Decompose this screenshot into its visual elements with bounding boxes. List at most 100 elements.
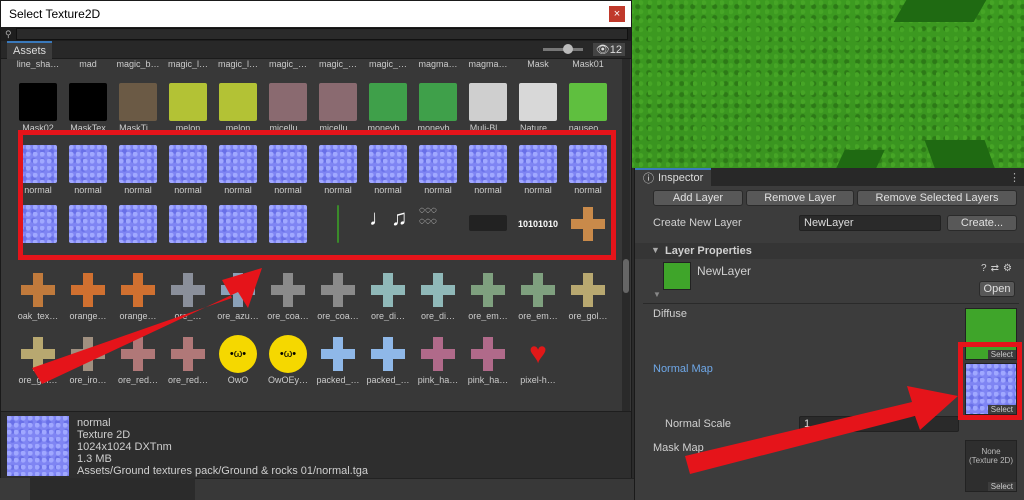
asset-tile[interactable]: ♥ pixel-h… [513, 329, 563, 391]
tab-assets[interactable]: Assets [7, 40, 53, 59]
asset-tile[interactable]: ore_iro… [63, 329, 113, 391]
highlight-box-normal-map-slot [958, 342, 1022, 420]
asset-thumbnail [419, 335, 457, 373]
asset-thumbnail [69, 83, 107, 121]
scene-foliage [835, 150, 885, 168]
asset-tile[interactable]: ore_em… [463, 265, 513, 327]
layer-header-icons: ? ⇄ ⚙ [981, 263, 1012, 274]
asset-tile[interactable]: ore_coa… [313, 265, 363, 327]
search-icon: ⚲ [5, 28, 12, 39]
asset-thumbnail [219, 83, 257, 121]
asset-thumbnail [519, 83, 557, 121]
asset-thumbnail: ♥ [529, 337, 547, 370]
asset-label: ore_red… [117, 375, 159, 385]
asset-label: Mask [527, 59, 549, 69]
gear-icon[interactable]: ⚙ [1003, 263, 1012, 274]
preset-icon[interactable]: ⇄ [991, 263, 999, 274]
layer-properties-header[interactable]: ▼ Layer Properties [635, 243, 1024, 259]
thumbnail-size-slider[interactable] [542, 44, 583, 54]
asset-thumbnail [469, 271, 507, 309]
asset-thumbnail [219, 271, 257, 309]
asset-thumbnail [269, 271, 307, 309]
asset-label: line_sha… [16, 59, 60, 69]
editor-bottom-bar [195, 478, 635, 500]
asset-thumbnail [369, 335, 407, 373]
asset-thumbnail [469, 83, 507, 121]
grid-scrollbar[interactable] [622, 59, 630, 411]
asset-tile[interactable]: ore_em… [513, 265, 563, 327]
asset-tile[interactable]: ore_azu… [213, 265, 263, 327]
asset-tile[interactable]: ore_di… [413, 265, 463, 327]
hidden-count-badge[interactable]: 👁12 [592, 43, 625, 56]
picker-titlebar: Select Texture2D × [1, 1, 631, 27]
asset-thumbnail [569, 271, 607, 309]
asset-thumbnail [169, 335, 207, 373]
scene-view[interactable] [630, 0, 1024, 168]
asset-label: pink_ha… [417, 375, 459, 385]
remove-layer-button[interactable]: Remove Layer [746, 190, 854, 206]
detail-filesize: 1.3 MB [77, 453, 112, 465]
asset-thumbnail [569, 83, 607, 121]
detail-name: normal [77, 417, 111, 429]
asset-tile[interactable]: •ω• OwOEy… [263, 329, 313, 391]
layer-foldout-icon[interactable]: ▼ [653, 290, 661, 299]
asset-label: OwOEy… [267, 375, 308, 385]
slider-handle[interactable] [562, 44, 573, 54]
normal-scale-input[interactable]: 1 [799, 416, 959, 432]
asset-label: packed_… [366, 375, 410, 385]
asset-tile[interactable]: ore_red… [163, 329, 213, 391]
asset-label: ore_gol… [18, 375, 58, 385]
picker-title: Select Texture2D [9, 7, 101, 21]
divider [643, 303, 1019, 304]
inspector-tab-label: Inspector [658, 172, 704, 184]
asset-label: ore_iro… [69, 375, 107, 385]
search-input[interactable] [15, 28, 628, 40]
asset-thumbnail [419, 83, 457, 121]
detail-preview-thumbnail [7, 416, 69, 476]
asset-tile[interactable]: ore_gol… [13, 329, 63, 391]
asset-label: magic_b… [116, 59, 160, 69]
remove-selected-layers-button[interactable]: Remove Selected Layers [857, 190, 1017, 206]
asset-label: oak_tex… [17, 311, 59, 321]
asset-tile[interactable]: pink_ha… [463, 329, 513, 391]
asset-tile[interactable]: orange… [113, 265, 163, 327]
create-new-layer-label: Create New Layer [653, 217, 742, 229]
asset-tile[interactable]: ore_di… [363, 265, 413, 327]
info-icon: ⓘ [643, 173, 654, 185]
asset-tile[interactable]: •ω• OwO [213, 329, 263, 391]
asset-tile[interactable]: ore_red… [113, 329, 163, 391]
asset-tile[interactable]: ore_coa… [263, 265, 313, 327]
tab-inspector[interactable]: ⓘ Inspector [635, 168, 712, 186]
asset-thumbnail [119, 271, 157, 309]
asset-label: ore_em… [468, 311, 508, 321]
detail-size: 1024x1024 DXTnm [77, 441, 172, 453]
asset-tile[interactable]: packed_… [363, 329, 413, 391]
scrollbar-thumb[interactable] [623, 259, 629, 293]
mask-map-texture-slot[interactable]: None (Texture 2D) Select [965, 440, 1017, 492]
help-icon[interactable]: ? [981, 263, 987, 274]
inspector-panel: ⓘ Inspector ⋮ Add Layer Remove Layer Rem… [634, 168, 1024, 500]
asset-label: ore_coa… [267, 311, 309, 321]
open-button[interactable]: Open [979, 281, 1015, 297]
close-button[interactable]: × [609, 6, 625, 22]
mask-map-none-text: None (Texture 2D) [968, 447, 1013, 465]
create-button[interactable]: Create... [947, 215, 1017, 231]
asset-tile[interactable]: orange… [63, 265, 113, 327]
asset-label: pink_ha… [467, 375, 509, 385]
add-layer-button[interactable]: Add Layer [653, 190, 743, 206]
layer-color-swatch[interactable] [663, 262, 691, 290]
asset-tile[interactable]: pink_ha… [413, 329, 463, 391]
asset-tile[interactable]: packed_… [313, 329, 363, 391]
detail-path: Assets/Ground textures pack/Ground & roc… [77, 465, 369, 477]
asset-thumbnail [319, 271, 357, 309]
mask-map-select-button[interactable]: Select [987, 482, 1016, 491]
asset-tile[interactable]: ore_… [163, 265, 213, 327]
asset-tile[interactable]: ore_gol… [563, 265, 613, 327]
kebab-menu-icon[interactable]: ⋮ [1009, 171, 1020, 184]
highlight-box-normal-textures [18, 130, 616, 260]
new-layer-name-input[interactable]: NewLayer [799, 215, 941, 231]
asset-thumbnail [169, 271, 207, 309]
asset-label: ore_coa… [317, 311, 359, 321]
asset-thumbnail [319, 335, 357, 373]
asset-tile[interactable]: oak_tex… [13, 265, 63, 327]
